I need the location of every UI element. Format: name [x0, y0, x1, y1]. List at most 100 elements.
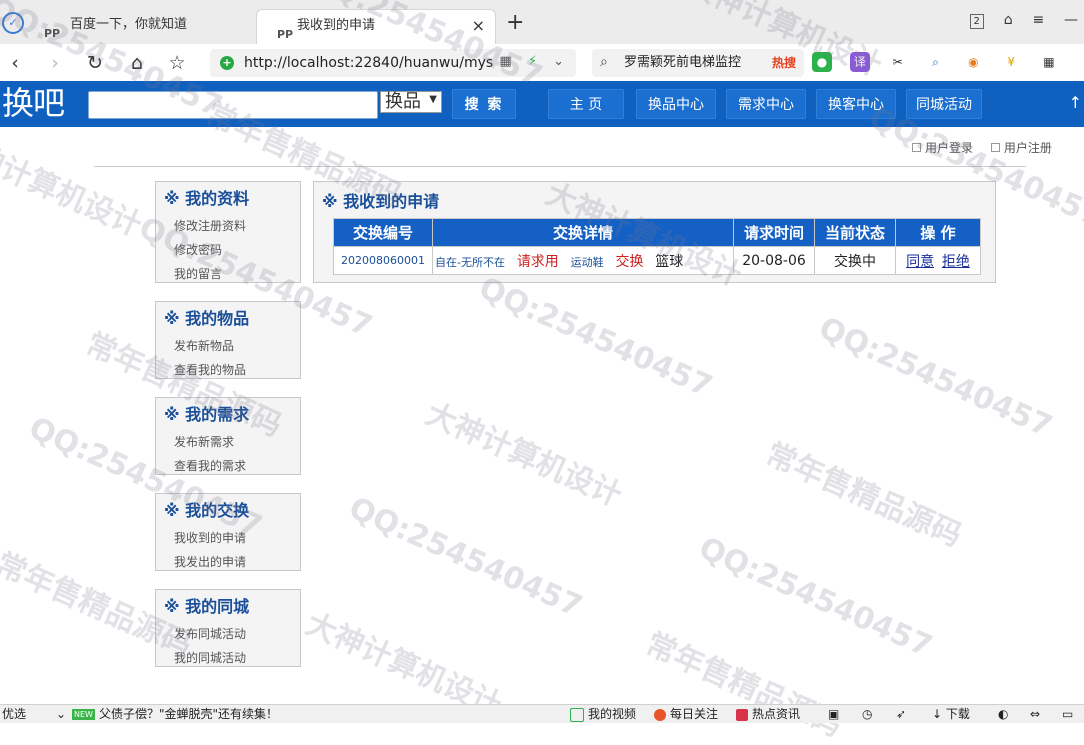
new-tab-button[interactable]: + [506, 10, 524, 35]
daily-follow-link[interactable]: 每日关注 [654, 705, 718, 723]
back-icon[interactable]: ‹ [2, 50, 28, 76]
sidebar-link-my-messages[interactable]: 我的留言 [156, 262, 300, 286]
sidebar-link-publish-demand[interactable]: 发布新需求 [156, 430, 300, 454]
sidebar-link-my-events[interactable]: 我的同城活动 [156, 646, 300, 670]
forward-icon[interactable]: › [42, 50, 68, 76]
tab-baidu[interactable]: PP 百度一下，你就知道 [26, 9, 254, 44]
my-video-label: 我的视频 [588, 707, 637, 721]
download-link[interactable]: ↓ 下载 [932, 705, 970, 723]
table-header-row: 交换编号 交换详情 请求时间 当前状态 操 作 [333, 218, 981, 247]
tab-close-icon[interactable]: × [472, 10, 485, 42]
chevron-down-icon: ▼ [429, 94, 437, 105]
sound-icon[interactable]: ◐ [998, 705, 1008, 723]
news-ticker[interactable]: NEW 父债子偿？"金蝉脱壳"还有续集！ [72, 705, 278, 723]
category-select[interactable]: 换品 ▼ [380, 91, 442, 113]
bolt-icon[interactable]: ⚡ [528, 54, 537, 69]
register-link[interactable]: 用户注册 [990, 141, 1052, 155]
site-logo[interactable]: 换吧 [2, 81, 65, 125]
tab-count-badge[interactable]: 2 [969, 14, 984, 29]
status-text: 交换中 [814, 246, 896, 275]
sidebar-link-edit-profile[interactable]: 修改注册资料 [156, 214, 300, 238]
game-icon[interactable]: ◉ [963, 52, 983, 72]
sidebar-demands: ※ 我的需求 发布新需求 查看我的需求 [155, 397, 301, 475]
nav-home[interactable]: 主 页 [548, 89, 624, 119]
offered-item[interactable]: 运动鞋 [571, 256, 604, 269]
exchange-detail: 自在-无所不在 请求用 运动鞋 交换 篮球 [432, 246, 734, 275]
my-video-link[interactable]: 我的视频 [570, 705, 636, 723]
search-button[interactable]: 搜 索 [452, 89, 516, 119]
watermark: 常年售精品源码 [640, 626, 847, 744]
sidebar-exchanges: ※ 我的交换 我收到的申请 我发出的申请 [155, 493, 301, 571]
sidebar-title: ※ 我的同城 [164, 597, 250, 616]
tab-title: 百度一下，你就知道 [70, 17, 188, 32]
sidebar-link-publish-event[interactable]: 发布同城活动 [156, 622, 300, 646]
sidebar-link-change-password[interactable]: 修改密码 [156, 238, 300, 262]
nav-local-events[interactable]: 同城活动 [906, 89, 982, 119]
divider [94, 166, 1026, 167]
image-icon[interactable]: ▣ [828, 705, 839, 723]
settings-icon[interactable]: ▭ [1062, 705, 1073, 723]
address-bar[interactable]: + http://localhost:22840/huanwu/mysc ▦ ⚡… [210, 49, 576, 77]
translate-icon[interactable]: 译 [849, 52, 870, 72]
agree-link[interactable]: 同意 [906, 254, 934, 270]
browser-logo-icon[interactable]: ✓ [2, 12, 24, 34]
browser-search-box[interactable]: ⌕ 罗需颖死前电梯监控 热搜 [592, 49, 804, 77]
home-icon[interactable]: ⌂ [124, 50, 150, 76]
reload-icon[interactable]: ↻ [82, 50, 108, 76]
menu-icon[interactable]: ≡ [1032, 12, 1044, 28]
watermark: QQ:254540457 [693, 530, 938, 665]
sidebar-link-sent-requests[interactable]: 我发出的申请 [156, 550, 300, 574]
grid-icon[interactable]: ▦ [1039, 52, 1059, 72]
nav-demand-center[interactable]: 需求中心 [726, 89, 806, 119]
sidebar-title: ※ 我的需求 [164, 405, 250, 424]
reject-link[interactable]: 拒绝 [942, 254, 970, 270]
magnifier-icon[interactable]: ⌕ [925, 52, 945, 72]
coin-icon[interactable]: ¥ [1001, 52, 1021, 72]
hot-news-link[interactable]: 热点资讯 [736, 705, 800, 723]
site-header: 换吧 换品 ▼ 搜 索 主 页 换品中心 需求中心 换客中心 同城活动 ↑ [0, 81, 1084, 127]
sidebar-link-received-requests[interactable]: 我收到的申请 [156, 526, 300, 550]
nav-items-center[interactable]: 换品中心 [636, 89, 716, 119]
col-exchange-detail: 交换详情 [432, 218, 734, 247]
window-controls: 2 ⌂ ≡ — [954, 12, 1078, 29]
arrow-up-icon[interactable]: ↑ [1069, 93, 1082, 112]
col-request-time: 请求时间 [733, 218, 815, 247]
exchange-id[interactable]: 202008060001 [333, 246, 433, 275]
new-badge: NEW [72, 709, 95, 720]
nav-swapper-center[interactable]: 换客中心 [816, 89, 896, 119]
search-suggestion[interactable]: 罗需颖死前电梯监控 [624, 49, 741, 77]
hot-search-label: 热搜 [771, 56, 796, 70]
sidebar-link-view-items[interactable]: 查看我的物品 [156, 358, 300, 382]
sidebar-link-publish-item[interactable]: 发布新物品 [156, 334, 300, 358]
minimize-icon[interactable]: — [1064, 12, 1078, 28]
shirt-icon[interactable]: ⌂ [1004, 12, 1013, 28]
login-link[interactable]: 用户登录 [912, 141, 973, 155]
star-icon[interactable]: ☆ [164, 50, 190, 76]
sidebar-link-view-demands[interactable]: 查看我的需求 [156, 454, 300, 478]
requester-name[interactable]: 自在-无所不在 [435, 256, 505, 269]
status-left-label[interactable]: 优选 [2, 705, 26, 723]
register-link-label: 用户注册 [1003, 141, 1052, 155]
target-item[interactable]: 篮球 [655, 254, 683, 270]
received-requests-panel: ※ 我收到的申请 交换编号 交换详情 请求时间 当前状态 操 作 2020080… [313, 181, 996, 283]
shield-icon: + [220, 56, 234, 70]
extension-icons: ● 译 ✂ ⌕ ◉ ¥ ▦ [812, 52, 1073, 72]
page-title: ※ 我收到的申请 [322, 192, 440, 211]
url-text[interactable]: http://localhost:22840/huanwu/mysc [244, 49, 494, 77]
rocket-icon[interactable]: ➶ [896, 705, 906, 723]
dropdown-icon[interactable]: ⌄ [553, 54, 564, 69]
zoom-icon[interactable]: ⇔ [1030, 705, 1040, 723]
sidebar-title: ※ 我的交换 [164, 501, 250, 520]
row-actions: 同意 拒绝 [895, 246, 981, 275]
video-icon [570, 707, 584, 722]
chevron-down-icon[interactable]: ⌄ [56, 705, 66, 723]
sidebar-items: ※ 我的物品 发布新物品 查看我的物品 [155, 301, 301, 379]
speed-icon[interactable]: ◷ [862, 705, 872, 723]
extension-green-icon[interactable]: ● [812, 52, 832, 72]
qr-icon[interactable]: ▦ [499, 54, 511, 69]
site-search-input[interactable] [88, 91, 378, 119]
news-text: 父债子偿？"金蝉脱壳"还有续集！ [98, 707, 278, 721]
scissors-icon[interactable]: ✂ [888, 52, 908, 72]
tab-active[interactable]: PP 我收到的申请 × [256, 9, 496, 44]
col-status: 当前状态 [814, 218, 896, 247]
